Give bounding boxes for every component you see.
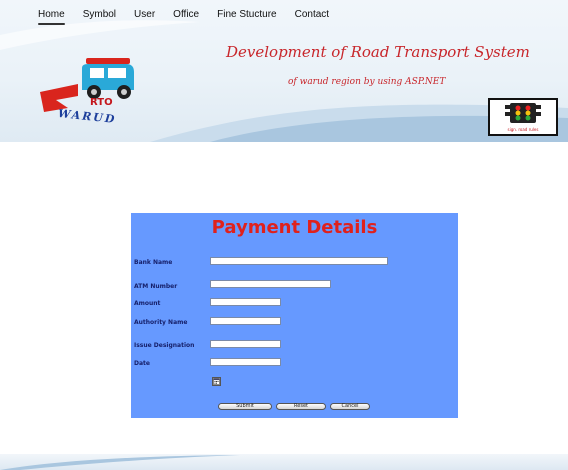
footer-banner [0,454,568,470]
cancel-button[interactable]: Cancel [330,403,370,410]
atm-number-input[interactable] [210,280,331,288]
nav-user[interactable]: User [134,9,155,20]
traffic-light-icon [505,103,541,123]
nav-home[interactable]: Home [38,9,65,25]
date-label: Date [134,360,150,367]
nav-office[interactable]: Office [173,9,199,20]
submit-button[interactable]: Submit [218,403,272,410]
date-input[interactable] [210,358,281,366]
traffic-signal-badge: sign. road rules [488,98,558,136]
bank-name-input[interactable] [210,257,388,265]
top-nav: Home Symbol User Office Fine Stucture Co… [38,9,347,25]
issue-designation-input[interactable] [210,340,281,348]
nav-symbol[interactable]: Symbol [83,9,116,20]
header-banner: Home Symbol User Office Fine Stucture Co… [0,0,568,142]
amount-label: Amount [134,300,161,307]
reset-button[interactable]: Reset [276,403,326,410]
payment-form-panel: Payment Details Bank Name ATM Number Amo… [131,213,458,418]
form-title: Payment Details [211,217,378,238]
calendar-icon[interactable] [212,377,221,386]
site-subtitle: of warud region by using ASP.NET [288,77,446,87]
nav-contact[interactable]: Contact [295,9,329,20]
logo-rto-text: RTO [90,97,113,108]
authority-name-label: Authority Name [134,319,188,326]
nav-fine-structure[interactable]: Fine Stucture [217,9,276,20]
issue-designation-label: Issue Designation [134,342,195,349]
signal-caption: sign. road rules [507,127,539,132]
authority-name-input[interactable] [210,317,281,325]
atm-number-label: ATM Number [134,283,178,290]
site-title: Development of Road Transport System [226,43,530,61]
footer-swoosh [0,455,240,470]
bank-name-label: Bank Name [134,259,173,266]
amount-input[interactable] [210,298,281,306]
